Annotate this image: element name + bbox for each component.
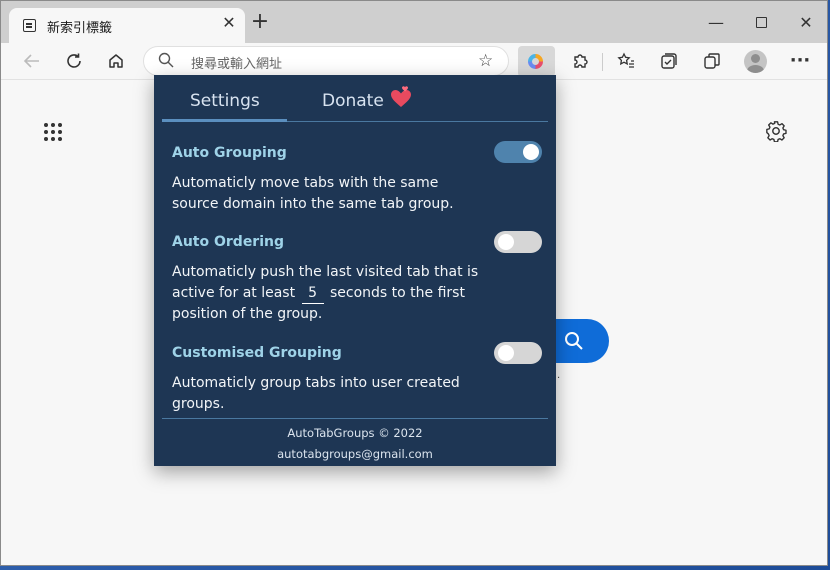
puzzle-icon[interactable] — [563, 43, 597, 79]
decorative-dot: · — [557, 373, 561, 384]
auto-ordering-toggle[interactable] — [494, 231, 542, 253]
footer-copyright: AutoTabGroups © 2022 — [287, 426, 423, 440]
favorite-add-icon[interactable]: ☆ — [478, 51, 493, 71]
auto-grouping-title: Auto Grouping — [172, 145, 287, 161]
close-window-button[interactable]: ✕ — [786, 11, 826, 35]
tab-title: 新索引標籤 — [47, 21, 113, 36]
tab-donate[interactable]: Donate — [322, 91, 384, 111]
workspaces-icon[interactable] — [695, 43, 729, 79]
tab-strip: 新索引標籤 ✕ + — ✕ — [1, 1, 827, 43]
address-bar[interactable]: 搜尋或輸入網址 ☆ — [143, 46, 509, 76]
seconds-input[interactable]: 5 — [301, 283, 324, 304]
tab-settings[interactable]: Settings — [190, 91, 260, 111]
apps-grid-icon[interactable] — [44, 123, 64, 143]
extension-icon[interactable] — [518, 46, 555, 77]
tab-close-button[interactable]: ✕ — [219, 13, 239, 32]
favorites-icon[interactable] — [609, 43, 643, 79]
toggle-knob — [498, 345, 514, 361]
new-tab-page-icon — [23, 19, 36, 32]
customised-grouping-title: Customised Grouping — [172, 345, 342, 361]
maximize-button[interactable] — [741, 11, 781, 35]
autotabgroups-icon — [528, 54, 543, 69]
auto-grouping-description: Automaticly move tabs with the same sour… — [172, 175, 454, 212]
back-icon[interactable] — [15, 43, 49, 79]
auto-ordering-description: Automaticly push the last visited tab th… — [172, 262, 482, 325]
customised-grouping-toggle[interactable] — [494, 342, 542, 364]
collections-icon[interactable] — [652, 43, 686, 79]
toggle-knob — [523, 144, 539, 160]
toggle-knob — [498, 234, 514, 250]
hearts-icon — [391, 86, 411, 107]
address-input[interactable]: 搜尋或輸入網址 — [191, 53, 282, 72]
extension-popup: Settings Donate Auto Grouping Automaticl… — [154, 75, 556, 466]
tab-new-tab[interactable]: 新索引標籤 ✕ — [9, 8, 245, 43]
minimize-button[interactable]: — — [696, 11, 736, 35]
search-icon — [158, 52, 174, 68]
auto-ordering-title: Auto Ordering — [172, 234, 284, 250]
customised-grouping-description: Automaticly group tabs into user created… — [172, 375, 460, 412]
home-icon[interactable] — [99, 43, 133, 79]
maximize-icon — [755, 17, 767, 28]
footer-email[interactable]: autotabgroups@gmail.com — [154, 447, 556, 461]
auto-grouping-toggle[interactable] — [494, 141, 542, 163]
footer-divider — [162, 418, 548, 419]
new-tab-button[interactable]: + — [249, 11, 271, 33]
more-icon[interactable]: ··· — [783, 43, 817, 79]
profile-icon[interactable] — [744, 50, 767, 73]
search-icon — [565, 332, 583, 350]
active-tab-indicator — [162, 119, 287, 122]
settings-gear-icon[interactable] — [765, 120, 787, 147]
reload-icon[interactable] — [57, 43, 91, 79]
toolbar-divider — [602, 53, 603, 71]
browser-window: 新索引標籤 ✕ + — ✕ 搜尋或輸入網址 ☆ ··· · Settings D… — [0, 0, 828, 566]
